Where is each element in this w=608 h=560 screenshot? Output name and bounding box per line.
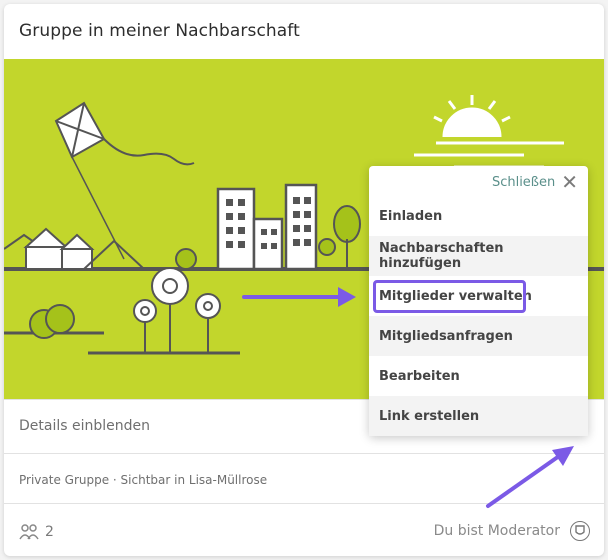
privacy-text: Private Gruppe · Sichtbar in Lisa-Müllro… — [19, 473, 268, 487]
menu-item-create-link[interactable]: Link erstellen — [369, 396, 588, 436]
member-count-value: 2 — [45, 524, 54, 540]
buildings-illustration — [216, 183, 318, 271]
moderator-label: Du bist Moderator — [433, 523, 560, 539]
highlight-box — [373, 280, 526, 313]
privacy-info: Private Gruppe · Sichtbar in Lisa-Müllro… — [4, 453, 604, 504]
card-title: Gruppe in meiner Nachbarschaft — [19, 21, 300, 41]
menu-close[interactable]: Schließen ✕ — [492, 172, 578, 192]
close-icon[interactable]: ✕ — [561, 172, 578, 192]
moderator-badge-icon — [570, 521, 590, 541]
menu-item-add-neighborhoods[interactable]: Nachbarschaften hinzufügen — [369, 236, 588, 276]
members-icon — [19, 524, 39, 540]
menu-item-edit[interactable]: Bearbeiten — [369, 356, 588, 396]
houses-illustration — [4, 227, 145, 270]
card-footer: 2 Du bist Moderator — [4, 503, 604, 556]
close-label: Schließen — [491, 174, 556, 190]
flowers-illustration — [133, 267, 221, 353]
details-label: Details einblenden — [19, 418, 150, 434]
member-count[interactable]: 2 — [19, 523, 54, 541]
moderator-status: Du bist Moderator — [434, 521, 590, 541]
menu-item-member-requests[interactable]: Mitgliedsanfragen — [369, 316, 588, 356]
menu-item-invite[interactable]: Einladen — [369, 196, 588, 236]
